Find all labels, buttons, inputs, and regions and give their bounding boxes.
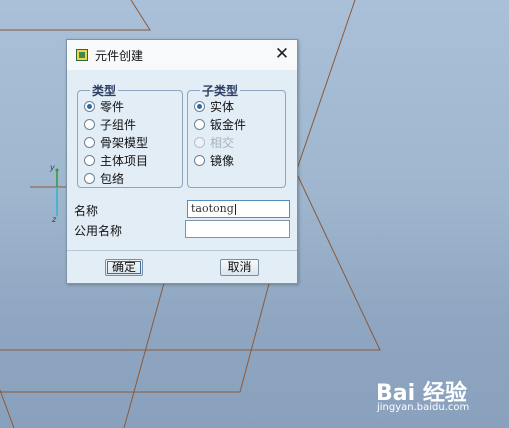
radio-subtype-sheetmetal[interactable]: 钣金件 — [194, 116, 246, 132]
type-group: 类型 零件 子组件 骨架模型 主体项目 包络 — [77, 82, 183, 188]
name-field[interactable]: taotong — [187, 200, 290, 218]
radio-dot — [194, 155, 205, 166]
radio-dot — [84, 101, 95, 112]
radio-dot — [194, 137, 205, 148]
radio-dot — [194, 119, 205, 130]
radio-label: 骨架模型 — [100, 136, 149, 150]
radio-label: 钣金件 — [210, 118, 247, 132]
radio-label: 实体 — [210, 100, 235, 114]
subtype-group-legend: 子类型 — [200, 82, 241, 99]
radio-subtype-solid[interactable]: 实体 — [194, 98, 234, 114]
type-group-legend: 类型 — [90, 82, 119, 99]
radio-subtype-mirror[interactable]: 镜像 — [194, 152, 234, 168]
radio-dot — [84, 137, 95, 148]
radio-label: 子组件 — [100, 118, 137, 132]
radio-type-subassembly[interactable]: 子组件 — [84, 116, 136, 132]
component-create-dialog: 元件创建 ✕ 类型 零件 子组件 骨架模型 主体项目 包络 子类型 实体 钣金件… — [66, 39, 298, 284]
z-axis-label: z — [52, 215, 57, 224]
radio-type-bulk-item[interactable]: 主体项目 — [84, 152, 148, 168]
close-icon: ✕ — [274, 44, 290, 64]
radio-dot — [194, 101, 205, 112]
y-axis-label: y — [50, 163, 55, 172]
name-label: 名称 — [74, 204, 99, 218]
radio-label: 相交 — [210, 136, 235, 150]
app-icon — [76, 49, 88, 61]
ok-button[interactable]: 确定 — [105, 259, 143, 276]
radio-subtype-intersect: 相交 — [194, 134, 234, 150]
radio-label: 零件 — [100, 100, 125, 114]
cancel-button[interactable]: 取消 — [220, 259, 259, 276]
button-separator — [67, 250, 297, 251]
radio-label: 镜像 — [210, 154, 235, 168]
dialog-titlebar[interactable]: 元件创建 ✕ — [67, 40, 297, 70]
radio-label: 包络 — [100, 172, 125, 186]
common-name-field[interactable] — [185, 220, 290, 238]
radio-dot — [84, 173, 95, 184]
common-name-label: 公用名称 — [74, 224, 123, 238]
dialog-title: 元件创建 — [95, 49, 144, 63]
radio-dot — [84, 155, 95, 166]
radio-type-skeleton[interactable]: 骨架模型 — [84, 134, 148, 150]
watermark-url: jingyan.baidu.com — [377, 402, 470, 413]
coordinate-axes — [55, 168, 59, 216]
radio-dot — [84, 119, 95, 130]
radio-type-envelope[interactable]: 包络 — [84, 170, 124, 186]
subtype-group: 子类型 实体 钣金件 相交 镜像 — [187, 82, 286, 188]
radio-type-part[interactable]: 零件 — [84, 98, 124, 114]
name-field-value: taotong — [191, 202, 234, 215]
close-button[interactable]: ✕ — [273, 44, 291, 64]
text-caret — [234, 203, 236, 215]
radio-label: 主体项目 — [100, 154, 149, 168]
